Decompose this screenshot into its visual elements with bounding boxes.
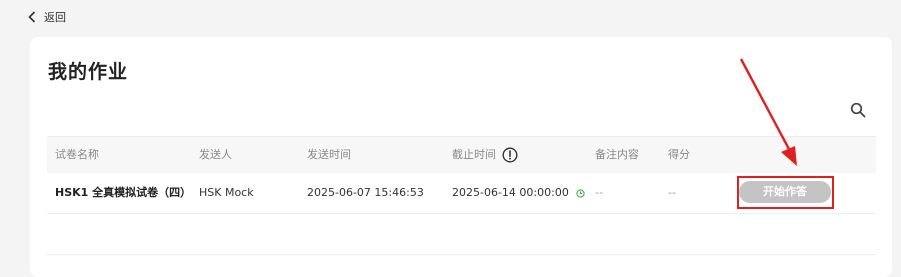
header-deadline: 截止时间 [452,137,518,173]
page-title: 我的作业 [48,61,129,83]
homework-table: 试卷名称 发送人 发送时间 截止时间 备注内容 得分 HSK1 全真模拟试卷（四… [47,136,876,255]
cell-paper-name: HSK1 全真模拟试卷（四） [55,186,192,199]
back-link[interactable]: 返回 [28,9,66,25]
cell-deadline: 2025-06-14 00:00:00 [452,173,585,213]
header-deadline-label: 截止时间 [452,148,496,161]
cell-deadline-value: 2025-06-14 00:00:00 [452,186,569,199]
header-paper-name: 试卷名称 [55,148,99,161]
chevron-left-icon [28,11,36,23]
header-sent-time: 发送时间 [307,148,351,161]
table-row: HSK1 全真模拟试卷（四） HSK Mock 2025-06-07 15:46… [47,173,876,214]
search-icon[interactable] [850,102,866,118]
homework-card: 我的作业 试卷名称 发送人 发送时间 截止时间 备注内容 得分 HSK1 全真模… [30,37,892,277]
cell-sender: HSK Mock [199,186,254,199]
clock-icon [576,188,585,198]
table-header: 试卷名称 发送人 发送时间 截止时间 备注内容 得分 [47,136,876,173]
cell-score: -- [668,186,676,199]
back-label: 返回 [44,11,66,24]
header-sender: 发送人 [199,148,232,161]
header-score: 得分 [668,148,690,161]
cell-sent-time: 2025-06-07 15:46:53 [307,186,424,199]
start-answer-button[interactable]: 开始作答 [739,181,831,203]
info-icon[interactable] [502,147,518,163]
cell-note: -- [595,186,603,199]
header-note: 备注内容 [595,148,639,161]
table-empty-row [47,214,876,255]
